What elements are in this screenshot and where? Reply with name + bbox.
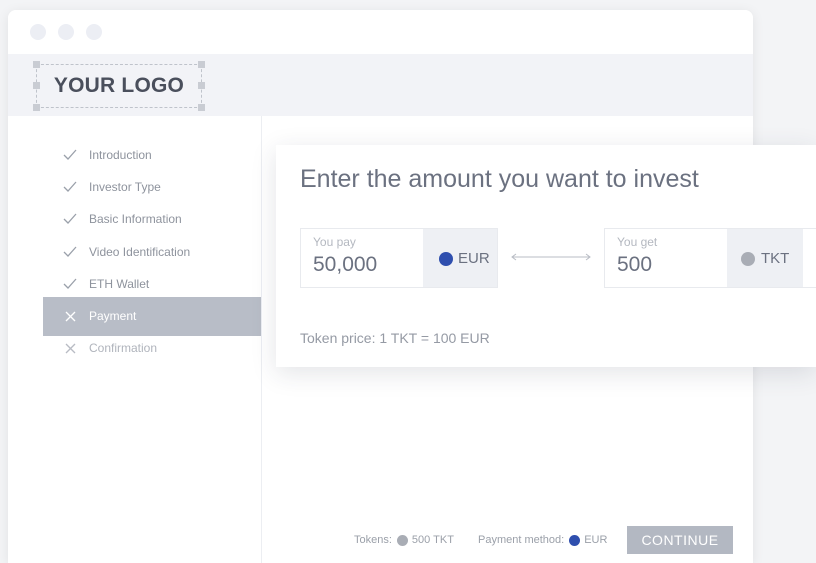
logo-text: YOUR LOGO (53, 74, 185, 97)
window-maximize-dot[interactable] (86, 24, 102, 40)
payment-method-value: EUR (584, 534, 608, 546)
token-icon (396, 534, 408, 546)
step-confirmation[interactable]: Confirmation (43, 329, 261, 368)
payment-method-label: Payment method: (478, 534, 565, 546)
invest-amount-card: Enter the amount you want to invest You … (276, 145, 816, 367)
tokens-value: 500 TKT (411, 534, 454, 546)
get-currency-label: TKT (761, 250, 790, 267)
window-titlebar (8, 10, 753, 54)
token-icon (741, 252, 755, 266)
footer-payment-summary: Payment method: EUR (478, 534, 607, 546)
pay-currency-label: EUR (458, 250, 490, 267)
continue-button[interactable]: CONTINUE (627, 526, 733, 554)
you-get-label: You get (617, 235, 658, 249)
you-pay-label: You pay (313, 235, 356, 249)
exchange-arrow-icon (511, 253, 591, 261)
you-pay-field[interactable]: You pay 50,000 EUR (300, 228, 498, 288)
tokens-label: Tokens: (354, 534, 392, 546)
pay-currency-selector[interactable]: EUR (423, 229, 497, 287)
logo-placeholder[interactable]: YOUR LOGO (33, 61, 205, 111)
x-icon (62, 329, 78, 367)
token-price-text: Token price: 1 TKT = 100 EUR (300, 330, 490, 346)
footer-tokens-summary: Tokens: 500 TKT (354, 534, 454, 546)
window-minimize-dot[interactable] (58, 24, 74, 40)
window-close-dot[interactable] (30, 24, 46, 40)
you-get-field[interactable]: You get 500 TKT (604, 228, 816, 288)
header-bar: YOUR LOGO (8, 54, 753, 116)
eur-flag-icon (439, 252, 453, 266)
get-currency-selector[interactable]: TKT (727, 229, 803, 287)
eur-flag-icon (569, 534, 581, 546)
you-pay-value[interactable]: 50,000 (313, 253, 377, 277)
step-label: Confirmation (89, 341, 158, 356)
card-title: Enter the amount you want to invest (300, 165, 699, 193)
you-get-value[interactable]: 500 (617, 253, 652, 277)
